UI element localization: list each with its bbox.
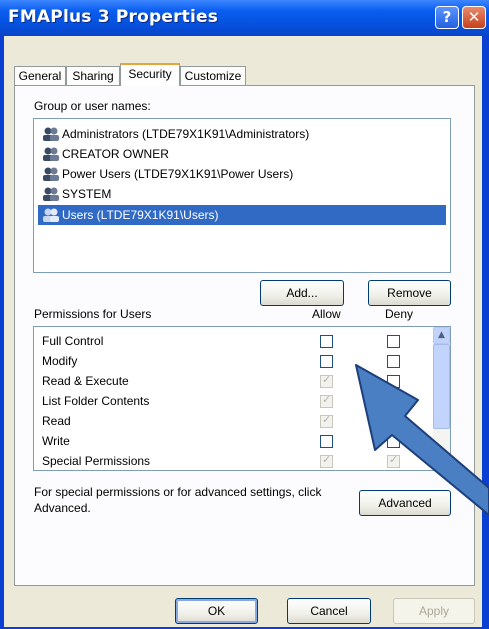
list-item[interactable]: Administrators (LTDE79X1K91\Administrato… <box>38 124 446 144</box>
deny-list-folder-checkbox[interactable] <box>387 395 400 408</box>
tab-sharing[interactable]: Sharing <box>66 66 120 85</box>
deny-read-execute-checkbox[interactable] <box>387 375 400 388</box>
tab-general[interactable]: General <box>14 66 66 85</box>
user-group-icon <box>43 127 59 141</box>
permission-row: Read & Execute <box>42 374 129 388</box>
deny-full-control-checkbox[interactable] <box>387 335 400 348</box>
list-item[interactable]: SYSTEM <box>38 184 446 204</box>
deny-write-checkbox[interactable] <box>387 435 400 448</box>
add-button[interactable]: Add... <box>260 280 344 306</box>
deny-column-header: Deny <box>385 307 414 321</box>
user-name: SYSTEM <box>62 187 112 201</box>
permissions-list[interactable]: Full Control Modify Read & Execute List … <box>33 326 451 471</box>
allow-read-checkbox[interactable] <box>320 413 333 428</box>
user-group-icon <box>43 208 59 222</box>
properties-window: FMAPlus 3 Properties ? ✕ General Sharing… <box>0 0 489 629</box>
permission-row: Special Permissions <box>42 454 151 468</box>
deny-special-checkbox[interactable] <box>387 453 400 468</box>
scroll-thumb[interactable] <box>433 344 450 429</box>
user-group-icon <box>43 187 59 201</box>
user-group-icon <box>43 167 59 181</box>
list-item-selected[interactable]: Users (LTDE79X1K91\Users) <box>38 205 446 225</box>
allow-column-header: Allow <box>312 307 341 321</box>
user-name: CREATOR OWNER <box>62 147 169 161</box>
apply-button[interactable]: Apply <box>393 598 475 624</box>
list-item[interactable]: CREATOR OWNER <box>38 144 446 164</box>
tab-customize[interactable]: Customize <box>180 66 246 85</box>
permission-row: List Folder Contents <box>42 394 150 408</box>
allow-read-execute-checkbox[interactable] <box>320 373 333 388</box>
permission-row: Write <box>42 434 70 448</box>
window-title: FMAPlus 3 Properties <box>8 7 219 27</box>
scroll-up-icon[interactable]: ▲ <box>433 327 450 344</box>
permission-row: Modify <box>42 354 78 368</box>
help-button[interactable]: ? <box>435 6 459 29</box>
title-bar[interactable]: FMAPlus 3 Properties ? ✕ <box>0 0 489 36</box>
deny-read-checkbox[interactable] <box>387 415 400 428</box>
allow-special-checkbox[interactable] <box>320 453 333 468</box>
user-list[interactable]: Administrators (LTDE79X1K91\Administrato… <box>33 118 451 273</box>
group-label: Group or user names: <box>34 99 151 113</box>
close-button[interactable]: ✕ <box>462 6 486 29</box>
allow-full-control-checkbox[interactable] <box>320 335 333 348</box>
tab-security[interactable]: Security <box>120 63 180 86</box>
permissions-label: Permissions for Users <box>34 307 152 321</box>
remove-button[interactable]: Remove <box>368 280 451 306</box>
scroll-down-icon[interactable]: ▼ <box>433 453 450 470</box>
advanced-note: For special permissions or for advanced … <box>34 485 322 515</box>
dialog-client: General Sharing Security Customize Group… <box>4 36 482 627</box>
allow-write-checkbox[interactable] <box>320 435 333 448</box>
permission-row: Full Control <box>42 334 104 348</box>
permissions-scrollbar[interactable]: ▲ ▼ <box>433 327 450 470</box>
user-name: Administrators (LTDE79X1K91\Administrato… <box>62 127 310 141</box>
allow-modify-checkbox[interactable] <box>320 355 333 368</box>
user-name: Power Users (LTDE79X1K91\Power Users) <box>62 167 294 181</box>
user-group-icon <box>43 147 59 161</box>
advanced-button[interactable]: Advanced <box>359 490 451 516</box>
permission-row: Read <box>42 414 71 428</box>
user-name: Users (LTDE79X1K91\Users) <box>62 208 219 222</box>
cancel-button[interactable]: Cancel <box>287 598 371 624</box>
deny-modify-checkbox[interactable] <box>387 355 400 368</box>
allow-list-folder-checkbox[interactable] <box>320 393 333 408</box>
ok-button[interactable]: OK <box>175 598 258 624</box>
list-item[interactable]: Power Users (LTDE79X1K91\Power Users) <box>38 164 446 184</box>
